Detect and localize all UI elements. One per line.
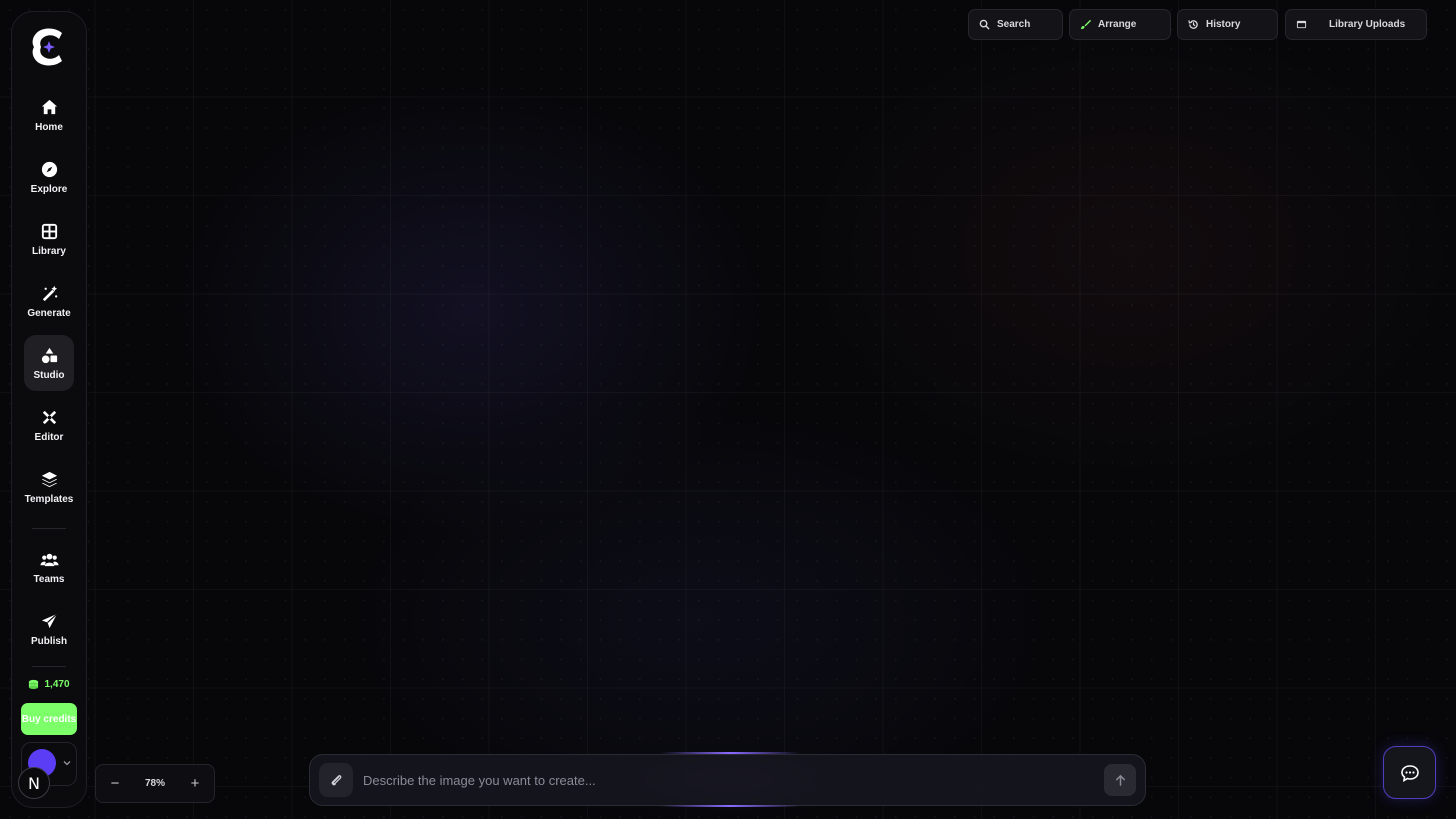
window-icon bbox=[1296, 20, 1307, 29]
sidebar-item-studio[interactable]: Studio bbox=[24, 335, 74, 391]
chevron-down-icon bbox=[63, 761, 71, 766]
library-uploads-button[interactable]: Library Uploads bbox=[1285, 9, 1427, 40]
sidebar-item-home[interactable]: Home bbox=[24, 87, 74, 143]
shapes-icon bbox=[41, 347, 57, 363]
sidebar-item-label: Home bbox=[35, 121, 63, 133]
arrange-button[interactable]: Arrange bbox=[1069, 9, 1171, 40]
user-avatar-badge[interactable]: N bbox=[18, 767, 50, 799]
brand-logo-icon[interactable] bbox=[29, 25, 69, 69]
magic-wand-icon bbox=[42, 285, 57, 301]
send-button[interactable] bbox=[1104, 764, 1136, 796]
sidebar-item-library[interactable]: Library bbox=[24, 211, 74, 267]
sidebar-item-explore[interactable]: Explore bbox=[24, 149, 74, 205]
sidebar-item-label: Generate bbox=[27, 307, 71, 319]
library-uploads-label: Library Uploads bbox=[1329, 19, 1406, 30]
sidebar-divider bbox=[32, 528, 66, 529]
zoom-out-button[interactable]: − bbox=[108, 775, 122, 792]
compass-icon bbox=[41, 161, 57, 177]
credits-balance: 1,470 bbox=[28, 679, 70, 690]
sidebar-item-label: Publish bbox=[30, 635, 68, 647]
history-button[interactable]: History bbox=[1177, 9, 1278, 40]
credits-count: 1,470 bbox=[44, 679, 70, 690]
sidebar-item-publish[interactable]: Publish bbox=[24, 601, 74, 657]
buy-credits-button[interactable]: Buy credits bbox=[21, 703, 77, 735]
attach-button[interactable] bbox=[319, 763, 353, 797]
sidebar-item-generate[interactable]: Generate bbox=[24, 273, 74, 329]
zoom-in-button[interactable]: + bbox=[188, 775, 202, 792]
sidebar-item-label: Library bbox=[32, 245, 66, 257]
search-icon bbox=[979, 19, 990, 30]
sidebar-item-teams[interactable]: Teams bbox=[24, 539, 74, 595]
prompt-bar bbox=[309, 754, 1146, 806]
zoom-level: 78% bbox=[144, 778, 165, 789]
arrow-up-icon bbox=[1115, 774, 1125, 786]
prompt-glow-line-bottom bbox=[660, 805, 800, 807]
history-label: History bbox=[1206, 19, 1241, 30]
layers-icon bbox=[41, 471, 57, 487]
home-icon bbox=[41, 99, 57, 114]
arrange-label: Arrange bbox=[1098, 19, 1137, 30]
sidebar-item-label: Templates bbox=[24, 493, 74, 505]
send-icon bbox=[41, 612, 58, 628]
chat-button[interactable] bbox=[1383, 746, 1436, 799]
search-button[interactable]: Search bbox=[968, 9, 1063, 40]
paperclip-icon bbox=[331, 774, 341, 785]
coins-icon bbox=[29, 679, 39, 690]
history-icon bbox=[1188, 20, 1198, 29]
sidebar-item-templates[interactable]: Templates bbox=[24, 459, 74, 515]
studio-canvas[interactable] bbox=[0, 0, 1456, 819]
sidebar-item-label: Editor bbox=[34, 431, 64, 443]
sidebar-item-label: Explore bbox=[30, 183, 68, 195]
chat-bubble-icon bbox=[1400, 764, 1419, 782]
users-icon bbox=[39, 553, 59, 566]
sidebar-divider bbox=[32, 666, 66, 667]
sidebar: Home Explore Library Generate Studio Edi… bbox=[11, 11, 87, 808]
zoom-controls: − 78% + bbox=[95, 764, 215, 803]
sidebar-item-label: Teams bbox=[33, 573, 65, 585]
sidebar-item-editor[interactable]: Editor bbox=[24, 397, 74, 453]
sidebar-item-label: Studio bbox=[33, 369, 65, 381]
grid-icon bbox=[41, 223, 57, 239]
brush-icon bbox=[1080, 19, 1091, 30]
tools-icon bbox=[42, 410, 56, 424]
prompt-input[interactable] bbox=[363, 772, 1104, 788]
search-label: Search bbox=[997, 19, 1031, 30]
